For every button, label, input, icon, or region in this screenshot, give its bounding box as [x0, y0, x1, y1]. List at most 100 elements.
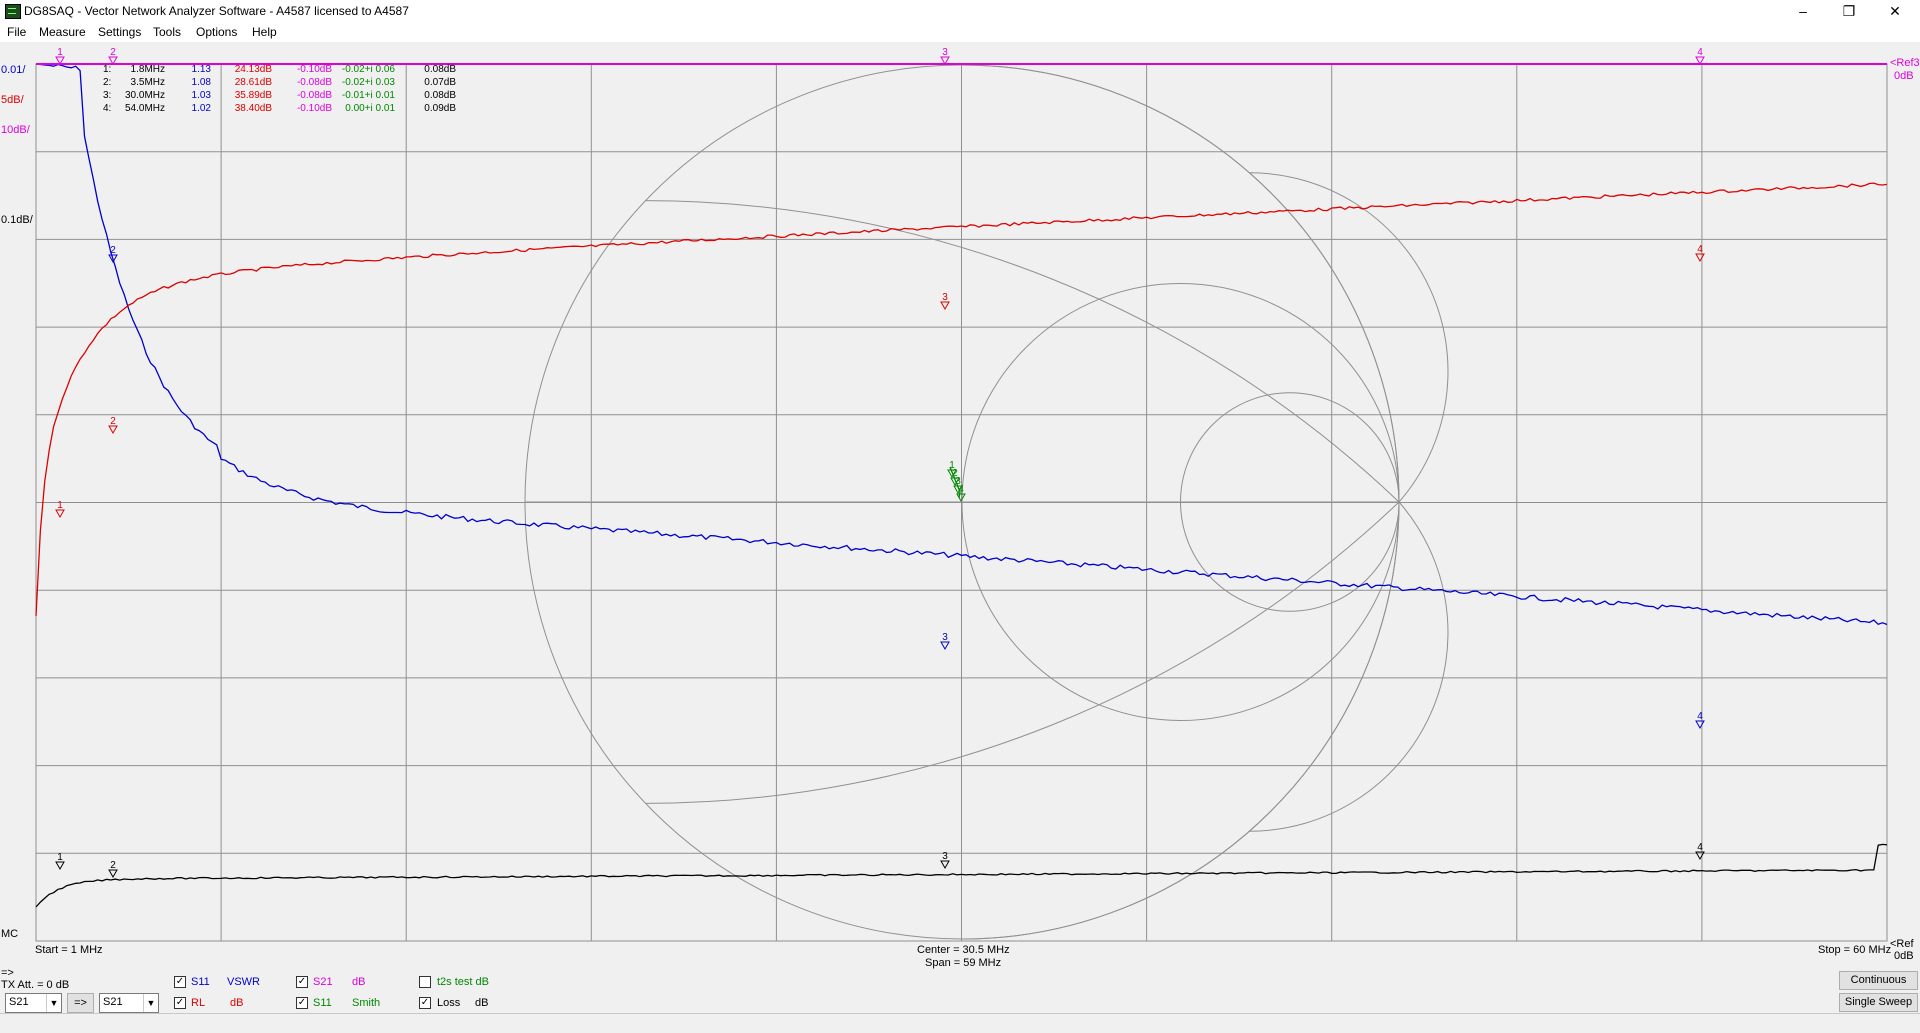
chevron-down-icon: ▼ — [143, 994, 158, 1012]
menu-file[interactable]: File — [7, 25, 26, 39]
marker-1-label: 1 — [57, 500, 63, 511]
app-icon — [5, 4, 21, 19]
s21-db-checkbox[interactable]: ✓ — [296, 976, 308, 988]
menu-bar: File Measure Settings Tools Options Help — [0, 22, 1920, 42]
marker-freq-cell: 30.0MHz — [124, 90, 165, 101]
menu-settings[interactable]: Settings — [98, 25, 141, 39]
marker-3-triangle — [940, 301, 950, 311]
restore-button[interactable]: ❐ — [1826, 0, 1872, 22]
marker-2-label: 2 — [110, 416, 116, 427]
menu-tools[interactable]: Tools — [153, 25, 181, 39]
menu-options[interactable]: Options — [196, 25, 237, 39]
ref-top-value: 0dB — [1894, 70, 1914, 82]
marker-2-triangle — [108, 869, 118, 879]
marker-3-label: 3 — [942, 292, 948, 303]
rl-param: RL — [191, 997, 206, 1009]
marker-4-label: 4 — [1697, 47, 1703, 58]
marker-1-triangle — [55, 861, 65, 871]
rl-format: dB — [230, 997, 244, 1009]
loss-scale-label: 0.1dB/ — [1, 214, 33, 226]
marker-3-triangle — [940, 56, 950, 66]
marker-1-label: 1 — [57, 852, 63, 863]
marker-4-label: 4 — [1697, 842, 1703, 853]
marker-vswr-cell: 1.13 — [191, 64, 211, 75]
vswr-scale-label: 0.01/ — [1, 64, 26, 76]
marker-3-triangle — [940, 641, 950, 651]
title-bar: DG8SAQ - Vector Network Analyzer Softwar… — [0, 0, 1920, 22]
s11-vswr-format: VSWR — [227, 976, 260, 988]
chevron-down-icon: ▼ — [46, 994, 61, 1012]
loss-format: dB — [475, 997, 489, 1009]
marker-rl-cell: 28.61dB — [234, 77, 272, 88]
marker-4-label: 4 — [958, 484, 964, 495]
minimize-button[interactable]: – — [1780, 0, 1826, 22]
marker-4-triangle — [1695, 253, 1705, 263]
marker-rl-cell: 24.13dB — [234, 64, 272, 75]
span-frequency: Span = 59 MHz — [925, 957, 1002, 969]
mc-label: MC — [1, 928, 19, 940]
marker-loss-cell: 0.08dB — [424, 90, 456, 101]
stop-frequency: Stop = 60 MHz — [1818, 944, 1892, 956]
s11-vswr-param: S11 — [191, 976, 210, 988]
marker-z-cell: -0.02+i 0.03 — [341, 77, 395, 88]
marker-3-label: 3 — [942, 851, 948, 862]
target-param-combo[interactable]: S21 ▼ — [99, 993, 159, 1013]
transfer-arrow: => — [1, 967, 14, 979]
marker-freq-cell: 54.0MHz — [124, 103, 165, 114]
marker-4-triangle — [1695, 720, 1705, 730]
vna-plot[interactable]: 1 2 3 4234123412341234 — [0, 42, 1920, 977]
t2s-test-label: t2s test dB — [437, 976, 489, 988]
single-sweep-button[interactable]: Single Sweep — [1839, 993, 1918, 1012]
marker-s21-cell: -0.08dB — [296, 90, 332, 101]
marker-1-triangle — [55, 56, 65, 66]
marker-freq-cell: 1.8MHz — [130, 64, 165, 75]
marker-s21-cell: -0.08dB — [296, 77, 332, 88]
window-title: DG8SAQ - Vector Network Analyzer Softwar… — [24, 4, 409, 18]
s11-smith-format: Smith — [352, 997, 381, 1009]
marker-loss-cell: 0.07dB — [424, 77, 456, 88]
marker-z-cell: -0.02+i 0.06 — [341, 64, 395, 75]
marker-s21-cell: -0.10dB — [296, 64, 332, 75]
ref-bottom-label: <Ref — [1890, 938, 1914, 950]
marker-1-label: 1 — [57, 47, 63, 58]
marker-idx-cell: 2: — [103, 77, 112, 88]
s11-vswr-checkbox[interactable]: ✓ — [174, 976, 186, 988]
marker-1-triangle — [55, 509, 65, 519]
marker-4-label: 4 — [1697, 711, 1703, 722]
center-frequency: Center = 30.5 MHz — [917, 944, 1010, 956]
copy-trace-button[interactable]: => — [67, 993, 94, 1013]
marker-2-triangle — [108, 56, 118, 66]
marker-vswr-cell: 1.08 — [191, 77, 211, 88]
marker-2-label: 2 — [110, 47, 116, 58]
rl-db-checkbox[interactable]: ✓ — [174, 997, 186, 1009]
marker-z-cell: 0.00+i 0.01 — [345, 103, 395, 114]
menu-measure[interactable]: Measure — [39, 25, 86, 39]
marker-idx-cell: 3: — [103, 90, 112, 101]
s21-param: S21 — [313, 976, 333, 988]
marker-idx-cell: 4: — [103, 103, 112, 114]
close-button[interactable]: ✕ — [1872, 0, 1918, 22]
source-param-combo[interactable]: S21 ▼ — [5, 993, 62, 1013]
marker-idx-cell: 1: — [103, 64, 112, 75]
menu-help[interactable]: Help — [252, 25, 277, 39]
s11-smith-checkbox[interactable]: ✓ — [296, 997, 308, 1009]
marker-rl-cell: 38.40dB — [234, 103, 272, 114]
continuous-button[interactable]: Continuous — [1839, 971, 1918, 990]
marker-z-cell: -0.01+i 0.01 — [341, 90, 395, 101]
marker-4-triangle — [1695, 56, 1705, 66]
ref-bottom-value: 0dB — [1894, 950, 1914, 962]
loss-db-checkbox[interactable]: ✓ — [419, 997, 431, 1009]
smith-reactance-arc — [1249, 501, 1449, 832]
smith-reactance-arc — [1249, 172, 1449, 503]
status-bar — [0, 1013, 1920, 1033]
marker-s21-cell: -0.10dB — [296, 103, 332, 114]
rl-scale-label: 5dB/ — [1, 94, 24, 106]
t2s-test-checkbox[interactable] — [419, 976, 431, 988]
loss-param: Loss — [437, 997, 461, 1009]
s21-format: dB — [352, 976, 366, 988]
marker-4-label: 4 — [1697, 244, 1703, 255]
smith-chart-grid — [524, 64, 1449, 940]
s21-scale-label: 10dB/ — [1, 124, 30, 136]
marker-2-triangle — [108, 425, 118, 435]
marker-freq-cell: 3.5MHz — [130, 77, 165, 88]
